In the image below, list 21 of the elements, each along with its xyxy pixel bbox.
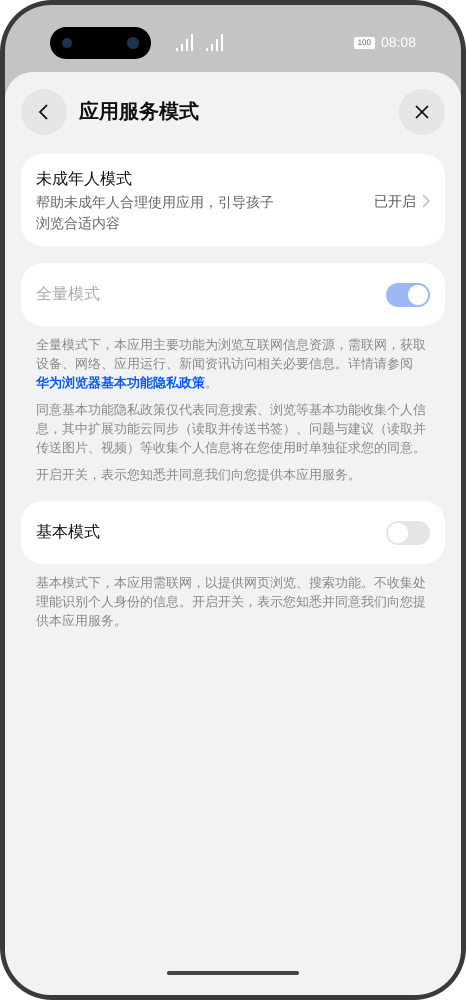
page-title: 应用服务模式 <box>79 100 199 125</box>
card-description: 帮助未成年人合理使用应用，引导孩子浏览合适内容 <box>36 193 275 233</box>
setting-label: 基本模式 <box>36 522 100 542</box>
description-text: 同意基本功能隐私政策仅代表同意搜索、浏览等基本功能收集个人信息，其中扩展功能云同步（读取并传送书签）、问题与建议（读取并传送图片、视频）等收集个人信息将在您使用时单独征求您的同意。 <box>36 401 427 457</box>
chevron-icon <box>422 194 430 208</box>
minor-mode-card[interactable]: 未成年人模式 帮助未成年人合理使用应用，引导孩子浏览合适内容 已开启 <box>21 154 445 246</box>
setting-label: 全量模式 <box>36 284 100 304</box>
status-value: 已开启 <box>374 192 416 210</box>
description-text: 基本模式下，本应用需联网，以提供网页浏览、搜索功能。不收集处理能识别个人身份的信息。开启开关，表示您知悉并同意我们向您提供本应用服务。 <box>36 574 427 630</box>
toggle-switch[interactable] <box>386 520 430 544</box>
back-icon <box>38 103 50 121</box>
status-time: 08:08 <box>380 33 416 52</box>
description-text: 开启开关，表示您知悉并同意我们向您提供本应用服务。 <box>36 466 362 484</box>
description-text: 全量模式下，本应用主要功能为浏览互联网信息资源，需联网，获取设备、网络、应用运行、新闻资讯访问相关必要信息。详情请参阅 华为浏览器基本功能隐私政策。 <box>36 336 427 392</box>
signal-icon <box>176 34 196 52</box>
battery-icon: 100 <box>354 36 375 48</box>
card-title: 未成年人模式 <box>36 170 133 190</box>
close-icon <box>414 104 430 120</box>
back-button[interactable] <box>21 89 67 135</box>
close-button[interactable] <box>399 89 445 135</box>
signal-icon <box>206 34 226 52</box>
